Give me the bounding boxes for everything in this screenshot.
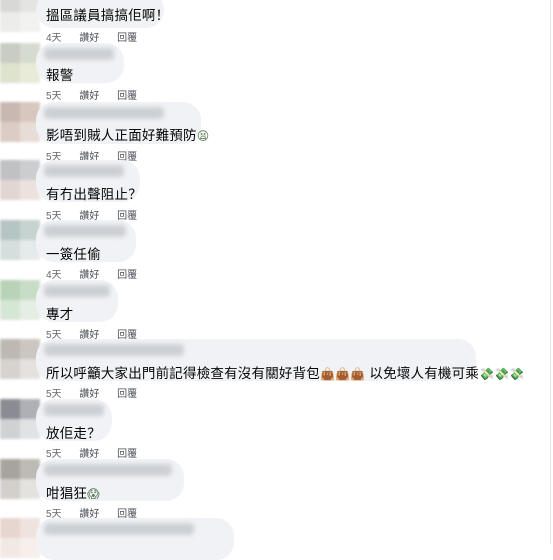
- author-name[interactable]: [44, 107, 164, 119]
- avatar[interactable]: [0, 459, 40, 499]
- reply-button[interactable]: 回覆: [117, 33, 137, 44]
- comment-text: 有冇出聲阻止？: [46, 187, 142, 202]
- handbag-icon: 👜👜👜: [320, 367, 366, 381]
- reply-button[interactable]: 回覆: [117, 389, 137, 400]
- comment-bubble: 影唔到賊人正面好難預防😫: [36, 102, 209, 144]
- comment-meta: 5天 讚好 回覆: [46, 445, 152, 460]
- comment-text-tail: 以免壞人有機可乘: [369, 366, 479, 381]
- comment-bubble: 放佢走？: [36, 399, 112, 441]
- author-name[interactable]: [44, 48, 114, 60]
- avatar[interactable]: [0, 102, 40, 142]
- avatar[interactable]: [0, 518, 40, 558]
- comment-bubble: 專才: [36, 280, 118, 322]
- like-button[interactable]: 讚好: [79, 91, 99, 102]
- comment-text: 所以呼籲大家出門前記得檢查有沒有關好背包👜👜👜 以免壞人有機可乘💸💸💸: [46, 362, 524, 382]
- weary-face-icon: 😫: [196, 129, 210, 143]
- reply-button[interactable]: 回覆: [117, 91, 137, 102]
- author-name[interactable]: [44, 285, 110, 297]
- author-name[interactable]: [44, 165, 124, 177]
- avatar[interactable]: [0, 399, 40, 439]
- comment-text: 報警: [46, 68, 74, 83]
- avatar[interactable]: [0, 0, 40, 32]
- comment-time[interactable]: 5天: [46, 91, 62, 102]
- avatar[interactable]: [0, 339, 40, 379]
- money-wings-icon: 💸💸💸: [479, 367, 525, 381]
- comment-meta: 4天 讚好 回覆: [46, 29, 152, 44]
- comment-bubble: [36, 518, 234, 560]
- scroll-edge: [550, 0, 551, 544]
- author-name[interactable]: [44, 225, 126, 237]
- comment-bubble: 咁猖狂😱: [36, 459, 184, 501]
- comment-text: 搵區議員搞搞佢啊！: [46, 8, 170, 23]
- comment-text: 影唔到賊人正面好難預防😫: [46, 124, 209, 144]
- comment-text: 一簽任偷: [46, 247, 101, 262]
- comment-meta: 4天 讚好 回覆: [46, 266, 152, 281]
- reply-button[interactable]: 回覆: [117, 270, 137, 281]
- comment-bubble: 有冇出聲阻止？: [36, 160, 142, 202]
- scream-face-icon: 😱: [87, 487, 100, 501]
- avatar[interactable]: [0, 280, 40, 320]
- comment-meta: 5天 讚好 回覆: [46, 385, 152, 400]
- author-name[interactable]: [44, 344, 184, 356]
- comment-text: 放佢走？: [46, 426, 101, 441]
- avatar[interactable]: [0, 43, 40, 83]
- comment-bubble: 所以呼籲大家出門前記得檢查有沒有關好背包👜👜👜 以免壞人有機可乘💸💸💸: [36, 339, 524, 381]
- author-name[interactable]: [44, 464, 172, 476]
- comment-text-main: 咁猖狂: [46, 486, 88, 501]
- author-name[interactable]: [44, 523, 194, 535]
- comment-bubble: 一簽任偷: [36, 220, 136, 262]
- comment-bubble: 報警: [36, 43, 124, 83]
- comment-text: 咁猖狂😱: [46, 482, 100, 502]
- comment-bubble: 搵區議員搞搞佢啊！: [36, 0, 169, 28]
- comment-text-main: 所以呼籲大家出門前記得檢查有沒有關好背包: [46, 366, 320, 381]
- avatar[interactable]: [0, 160, 40, 200]
- comment-meta: 5天 讚好 回覆: [46, 87, 152, 102]
- avatar[interactable]: [0, 220, 40, 260]
- comment-text: 專才: [46, 307, 74, 322]
- author-name[interactable]: [44, 404, 104, 416]
- comment-text-main: 影唔到賊人正面好難預防: [46, 128, 197, 143]
